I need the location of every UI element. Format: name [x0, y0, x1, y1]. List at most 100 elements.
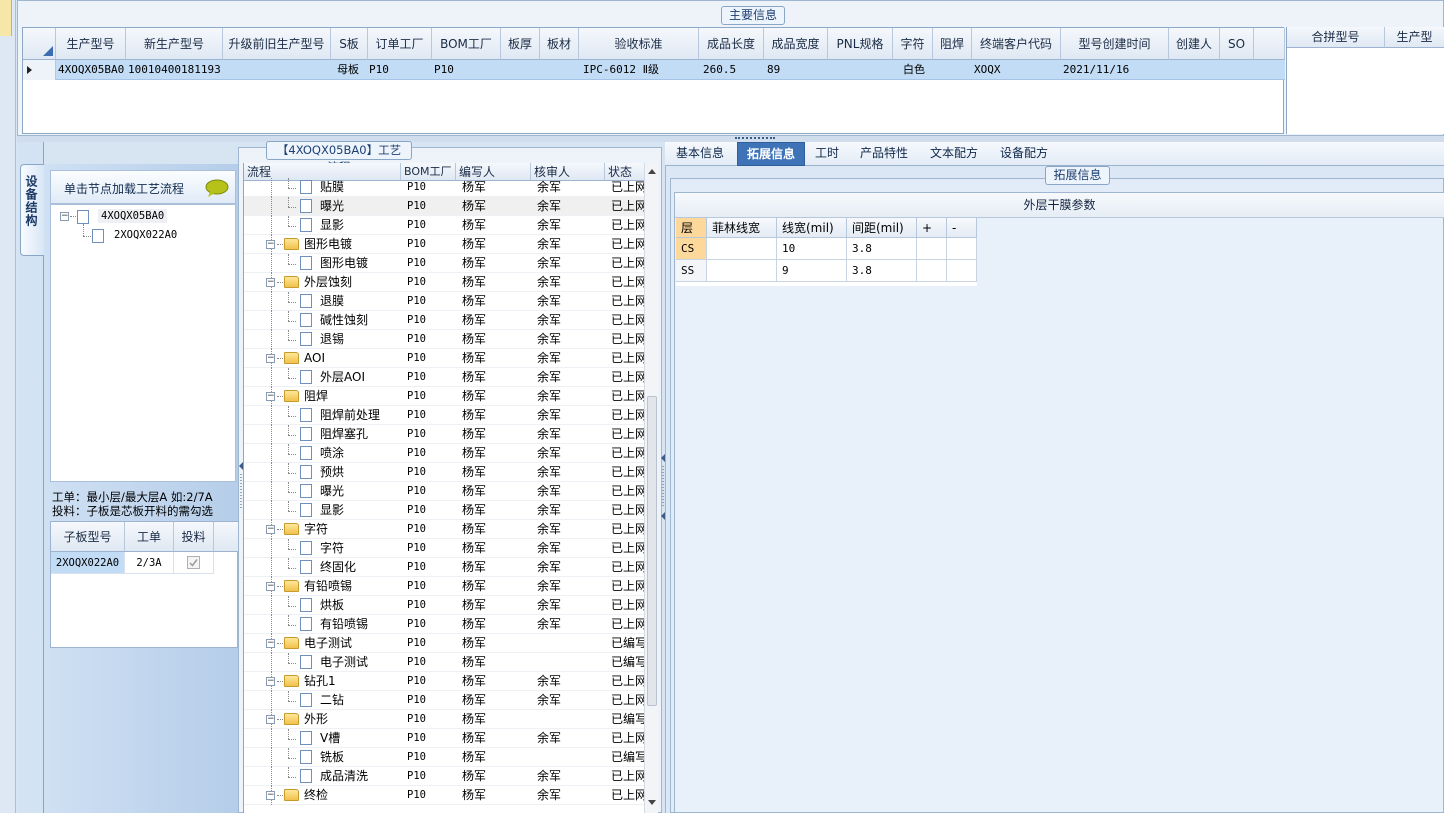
process-row[interactable]: 外层AOI P10 杨军 余军 已上网	[244, 368, 645, 387]
process-row[interactable]: 有铅喷锡 P10 杨军 余军 已上网	[244, 615, 645, 634]
cell-length[interactable]: 260.5	[703, 60, 736, 80]
cell-acceptance[interactable]: IPC-6012 Ⅱ级	[583, 60, 659, 80]
process-row[interactable]: 字符 P10 杨军 余军 已上网	[244, 539, 645, 558]
collapse-icon[interactable]: −	[266, 677, 275, 686]
col-old-prod-model[interactable]: 升级前旧生产型号	[223, 28, 331, 60]
cell-char[interactable]: 白色	[894, 60, 934, 80]
cell-width[interactable]: 89	[767, 60, 780, 80]
process-row[interactable]: 成品清洗 P10 杨军 余军 已上网	[244, 767, 645, 786]
col-creator[interactable]: 创建人	[1169, 28, 1220, 60]
cell-sub-model[interactable]: 2XOQX022A0	[51, 552, 125, 574]
scrollbar-thumb[interactable]	[647, 396, 657, 706]
cell-s-board[interactable]: 母板	[337, 60, 359, 80]
cell-order[interactable]: 2/3A	[125, 552, 174, 574]
table-row[interactable]: 4XOQX05BA0 10010400181193 母板 P10 P10 IPC…	[23, 60, 1285, 80]
col-line-width[interactable]: 线宽(mil)	[777, 218, 847, 238]
col-s-board[interactable]: S板	[331, 28, 368, 60]
process-row[interactable]: − AOI P10 杨军 余军 已上网	[244, 349, 645, 368]
cell-customer-code[interactable]: XOQX	[974, 60, 1001, 80]
col-width[interactable]: 成品宽度	[764, 28, 828, 60]
tab-extended-info[interactable]: 拓展信息	[737, 142, 805, 166]
col-merge-prod[interactable]: 生产型	[1385, 27, 1444, 48]
feed-checkbox[interactable]	[174, 552, 214, 574]
cell-create-time[interactable]: 2021/11/16	[1063, 60, 1129, 80]
cell-spacing[interactable]: 3.8	[847, 260, 917, 282]
collapse-icon[interactable]: −	[266, 354, 275, 363]
tab-device-structure[interactable]: 设备结构	[20, 164, 44, 256]
merge-model-grid[interactable]: 合拼型号 生产型	[1286, 27, 1444, 134]
collapse-icon[interactable]: −	[60, 212, 69, 221]
process-row[interactable]: 喷涂 P10 杨军 余军 已上网	[244, 444, 645, 463]
col-material[interactable]: 板材	[540, 28, 579, 60]
process-row[interactable]: 阻焊塞孔 P10 杨军 余军 已上网	[244, 425, 645, 444]
col-order[interactable]: 工单	[125, 522, 174, 552]
process-row[interactable]: 显影 P10 杨军 余军 已上网	[244, 501, 645, 520]
collapse-icon[interactable]: −	[266, 639, 275, 648]
col-create-time[interactable]: 型号创建时间	[1061, 28, 1169, 60]
process-row[interactable]: 退膜 P10 杨军 余军 已上网	[244, 292, 645, 311]
process-row[interactable]: − 有铅喷锡 P10 杨军 余军 已上网	[244, 577, 645, 596]
process-row[interactable]: 阻焊前处理 P10 杨军 余军 已上网	[244, 406, 645, 425]
process-tree-grid[interactable]: 流程 BOM工厂 编写人 核审人 状态 贴膜 P10 杨军 余军 已上网 曝光 P10 杨军余…	[243, 163, 658, 813]
scroll-down-icon[interactable]	[647, 799, 657, 807]
collapse-icon[interactable]: −	[266, 582, 275, 591]
cell-new-prod-model[interactable]: 10010400181193	[128, 60, 221, 80]
process-row[interactable]: 碱性蚀刻 P10 杨军 余军 已上网	[244, 311, 645, 330]
cell-film-width[interactable]	[707, 260, 777, 282]
process-row[interactable]: − 终检 P10 杨军 余军 已上网	[244, 786, 645, 805]
col-sub-model[interactable]: 子板型号	[51, 522, 125, 552]
col-film-width[interactable]: 菲林线宽	[707, 218, 777, 238]
tree-root-node[interactable]: 4XOQX05BA0	[98, 209, 168, 223]
col-solder-mask[interactable]: 阻焊	[933, 28, 972, 60]
col-thickness[interactable]: 板厚	[501, 28, 540, 60]
col-feed[interactable]: 投料	[174, 522, 214, 552]
cell-film-width[interactable]	[707, 238, 777, 260]
col-acceptance[interactable]: 验收标准	[579, 28, 699, 60]
col-new-prod-model[interactable]: 新生产型号	[126, 28, 223, 60]
process-row[interactable]: − 图形电镀 P10 杨军 余军 已上网	[244, 235, 645, 254]
process-row[interactable]: 二钻 P10 杨军 余军 已上网	[244, 691, 645, 710]
cell-empty[interactable]	[917, 260, 947, 282]
collapse-icon[interactable]: −	[266, 715, 275, 724]
cell-line-width[interactable]: 10	[777, 238, 847, 260]
collapse-icon[interactable]: −	[266, 392, 275, 401]
process-scrollbar[interactable]	[644, 163, 658, 813]
col-prod-model[interactable]: 生产型号	[56, 28, 126, 60]
process-row[interactable]: 电子测试 P10 杨军 已编写	[244, 653, 645, 672]
add-column-button[interactable]: +	[917, 218, 947, 238]
remove-column-button[interactable]: -	[947, 218, 977, 238]
process-row[interactable]: 显影 P10 杨军 余军 已上网	[244, 216, 645, 235]
col-length[interactable]: 成品长度	[699, 28, 764, 60]
cell-empty[interactable]	[947, 238, 977, 260]
process-row[interactable]: − 电子测试 P10 杨军 已编写	[244, 634, 645, 653]
tree-child-node[interactable]: 2XOQX022A0	[114, 229, 177, 241]
collapse-icon[interactable]: −	[266, 525, 275, 534]
col-layer[interactable]: 层	[676, 218, 707, 238]
col-so[interactable]: SO	[1220, 28, 1254, 60]
splitter-grip-icon[interactable]	[238, 460, 244, 520]
tab-product-features[interactable]: 产品特性	[853, 142, 915, 166]
col-spacing[interactable]: 间距(mil)	[847, 218, 917, 238]
cell-empty[interactable]	[947, 260, 977, 282]
tab-basic-info[interactable]: 基本信息	[668, 142, 732, 166]
col-char[interactable]: 字符	[893, 28, 933, 60]
process-row[interactable]: 铣板 P10 杨军 已编写	[244, 748, 645, 767]
sub-board-grid[interactable]: 子板型号 工单 投料 2XOQX022A0 2/3A	[50, 521, 239, 648]
outer-dry-film-grid[interactable]: 层 菲林线宽 线宽(mil) 间距(mil) + - CS 10 3.8 SS …	[676, 218, 977, 286]
process-row[interactable]: V槽 P10 杨军 余军 已上网	[244, 729, 645, 748]
cell-layer[interactable]: SS	[676, 260, 707, 282]
process-row[interactable]: − 钻孔1 P10 杨军 余军 已上网	[244, 672, 645, 691]
process-row[interactable]: − 阻焊 P10 杨军 余军 已上网	[244, 387, 645, 406]
process-row[interactable]: − 外层蚀刻 P10 杨军 余军 已上网	[244, 273, 645, 292]
process-row[interactable]: 退锡 P10 杨军 余军 已上网	[244, 330, 645, 349]
grid-corner[interactable]	[23, 28, 56, 60]
cell-order-factory[interactable]: P10	[369, 60, 389, 80]
col-order-factory[interactable]: 订单工厂	[368, 28, 432, 60]
process-row[interactable]: 烘板 P10 杨军 余军 已上网	[244, 596, 645, 615]
col-merge-model[interactable]: 合拼型号	[1287, 27, 1385, 48]
process-row[interactable]: 终固化 P10 杨军 余军 已上网	[244, 558, 645, 577]
collapse-icon[interactable]: −	[266, 791, 275, 800]
process-row[interactable]: − 字符 P10 杨军 余军 已上网	[244, 520, 645, 539]
cell-line-width[interactable]: 9	[777, 260, 847, 282]
cell-prod-model[interactable]: 4XOQX05BA0	[58, 60, 124, 80]
